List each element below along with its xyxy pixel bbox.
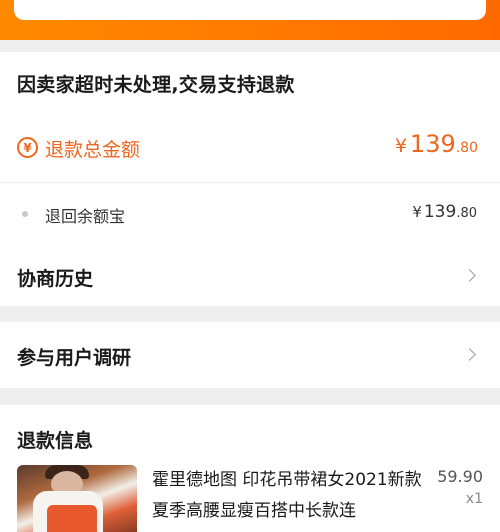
product-item[interactable]: 霍里德地图 印花吊带裙女2021新款夏季高腰显瘦百搭中长款连 59.90 x1 [0, 465, 500, 532]
user-survey-label: 参与用户调研 [17, 347, 132, 369]
product-price: 59.90 [437, 467, 483, 486]
user-survey-row[interactable]: 参与用户调研 [0, 335, 500, 375]
bullet-dot-icon [22, 211, 28, 217]
product-name: 霍里德地图 印花吊带裙女2021新款夏季高腰显瘦百搭中长款连 [152, 470, 422, 521]
refund-total-decimal: .80 [455, 140, 478, 156]
chevron-right-icon [463, 348, 476, 361]
refund-total-row: ¥ 退款总金额 ¥139.80 [0, 128, 500, 168]
refund-destination-label: 退回余额宝 [45, 207, 126, 226]
divider [0, 182, 500, 183]
header-card [14, 0, 486, 20]
refund-total-currency: ¥ [394, 135, 407, 157]
product-quantity: x1 [465, 491, 483, 507]
refund-total-amount: ¥139.80 [395, 130, 478, 158]
refund-destination-currency: ¥ [412, 203, 422, 221]
negotiation-history-label: 协商历史 [17, 268, 94, 290]
chevron-right-icon [463, 269, 476, 282]
refund-destination-integer: 139 [423, 202, 457, 222]
refund-status-message: 因卖家超时未处理,交易支持退款 [17, 74, 295, 96]
product-thumbnail [17, 465, 137, 532]
refund-total-label: 退款总金额 [45, 139, 141, 161]
yen-circle-icon: ¥ [17, 137, 38, 158]
refund-destination-decimal: .80 [456, 206, 477, 221]
refund-destination-row: 退回余额宝 ¥139.80 [0, 200, 500, 230]
refund-info-title: 退款信息 [17, 430, 94, 452]
refund-destination-amount: ¥139.80 [412, 202, 477, 222]
negotiation-history-row[interactable]: 协商历史 [0, 256, 500, 296]
refund-total-integer: 139 [409, 130, 456, 158]
